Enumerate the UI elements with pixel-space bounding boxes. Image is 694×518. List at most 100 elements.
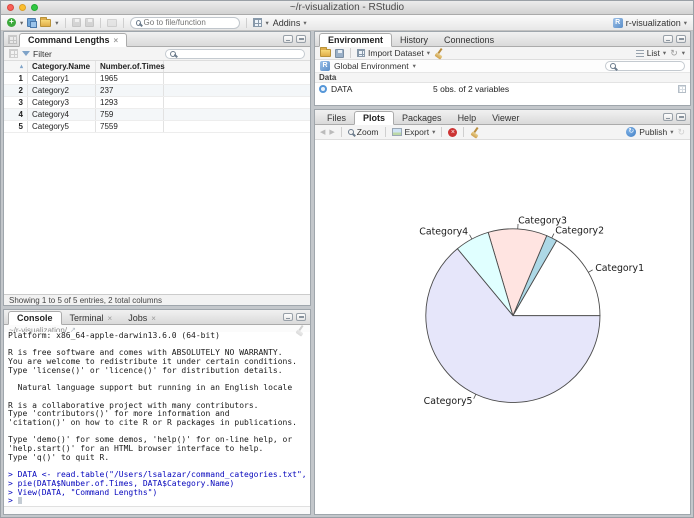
refresh-icon[interactable]: ↻ bbox=[670, 48, 678, 58]
minimize-pane-icon[interactable] bbox=[663, 35, 673, 43]
plots-tabbar: Files Plots Packages Help Viewer bbox=[315, 110, 690, 125]
category-name-cell: Category1 bbox=[28, 73, 96, 84]
times-cell: 7559 bbox=[96, 121, 164, 132]
viewer-search-box[interactable] bbox=[165, 48, 305, 59]
scope-selector-label[interactable]: Global Environment bbox=[334, 61, 409, 71]
table-row[interactable]: 4 Category4 759 bbox=[4, 109, 310, 121]
times-cell: 237 bbox=[96, 85, 164, 96]
filter-button[interactable]: Filter bbox=[22, 49, 52, 59]
table-row[interactable]: 2 Category2 237 bbox=[4, 85, 310, 97]
tab-history[interactable]: History bbox=[392, 34, 436, 46]
plots-pane: Files Plots Packages Help Viewer ◀ ▶ Zoo… bbox=[314, 109, 691, 515]
tab-terminal[interactable]: Terminal × bbox=[62, 312, 121, 324]
panes-caret-icon[interactable]: ▾ bbox=[266, 19, 269, 27]
history-tab-label: History bbox=[400, 35, 429, 45]
search-icon bbox=[135, 19, 141, 26]
export-plot-button[interactable]: Export ▾ bbox=[391, 127, 435, 137]
tab-plots[interactable]: Plots bbox=[354, 111, 395, 125]
save-all-icon bbox=[84, 18, 94, 27]
tab-console[interactable]: Console bbox=[8, 311, 62, 325]
viewer-search-input[interactable] bbox=[179, 49, 300, 58]
column-header-category-name[interactable]: Category.Name bbox=[28, 61, 96, 72]
maximize-pane-icon[interactable] bbox=[676, 113, 686, 121]
goto-file-box[interactable] bbox=[129, 16, 240, 29]
table-row[interactable]: 5 Category5 7559 bbox=[4, 121, 310, 133]
caret-down-icon[interactable]: ▾ bbox=[682, 49, 685, 57]
toolbar-separator bbox=[245, 17, 247, 28]
toolbar-separator bbox=[340, 127, 342, 137]
console-scrollbar[interactable] bbox=[4, 506, 310, 514]
refresh-plot-icon: ↻ bbox=[677, 126, 685, 137]
pie-label-tick bbox=[588, 269, 593, 273]
minimize-pane-icon[interactable] bbox=[283, 35, 293, 43]
tab-packages[interactable]: Packages bbox=[394, 112, 450, 124]
close-tab-icon[interactable]: × bbox=[108, 314, 113, 323]
maximize-pane-icon[interactable] bbox=[296, 313, 306, 321]
tab-help[interactable]: Help bbox=[450, 112, 485, 124]
import-dataset-icon bbox=[357, 49, 365, 57]
project-menu-button[interactable]: r-visualization ▾ bbox=[612, 17, 687, 28]
clear-all-plots-icon[interactable] bbox=[470, 127, 480, 137]
environment-object-row[interactable]: DATA 5 obs. of 2 variables bbox=[315, 83, 690, 95]
environment-search-box[interactable] bbox=[605, 61, 685, 71]
list-view-label: List bbox=[646, 48, 660, 58]
publish-button[interactable]: Publish ▾ bbox=[626, 127, 673, 137]
row-number-cell: 4 bbox=[4, 109, 28, 120]
object-name-label[interactable]: DATA bbox=[331, 84, 352, 94]
tab-files[interactable]: Files bbox=[319, 112, 354, 124]
console-output-line: Platform: x86_64-apple-darwin13.6.0 (64-… bbox=[8, 332, 220, 340]
tab-connections[interactable]: Connections bbox=[436, 34, 502, 46]
close-tab-icon[interactable]: × bbox=[151, 314, 156, 323]
toolbar-separator bbox=[350, 48, 351, 58]
environment-search-input[interactable] bbox=[619, 61, 680, 71]
minimize-pane-icon[interactable] bbox=[663, 113, 673, 121]
new-project-icon[interactable] bbox=[27, 18, 38, 28]
connections-tab-label: Connections bbox=[444, 35, 495, 45]
table-row[interactable]: 1 Category1 1965 bbox=[4, 73, 310, 85]
import-dataset-button[interactable]: Import Dataset ▾ bbox=[357, 48, 430, 58]
tab-jobs[interactable]: Jobs × bbox=[120, 312, 164, 324]
load-workspace-icon[interactable] bbox=[320, 47, 331, 57]
clear-objects-icon[interactable] bbox=[434, 48, 444, 58]
refresh-view-icon bbox=[9, 49, 18, 58]
table-row[interactable]: 3 Category3 1293 bbox=[4, 97, 310, 109]
pie-chart: Category1 Category2Category3 Category4 Cate… bbox=[419, 216, 644, 407]
new-file-icon[interactable] bbox=[7, 17, 16, 27]
maximize-pane-icon[interactable] bbox=[296, 35, 306, 43]
pie-label: Category2 bbox=[555, 225, 604, 236]
open-file-icon[interactable] bbox=[40, 16, 52, 27]
zoom-plot-button[interactable]: Zoom bbox=[347, 127, 379, 137]
clear-console-icon[interactable] bbox=[295, 325, 305, 335]
tab-environment[interactable]: Environment bbox=[319, 33, 393, 47]
save-icon bbox=[71, 18, 81, 27]
category-name-cell: Category3 bbox=[28, 97, 96, 108]
view-table-icon[interactable] bbox=[678, 85, 686, 93]
minimize-pane-icon[interactable] bbox=[283, 313, 293, 321]
workspace-panes-icon[interactable] bbox=[252, 18, 262, 27]
close-tab-icon[interactable]: × bbox=[114, 36, 119, 45]
r-project-icon bbox=[612, 17, 623, 28]
open-file-caret-icon[interactable]: ▾ bbox=[55, 19, 58, 27]
tab-viewer[interactable]: Viewer bbox=[484, 112, 527, 124]
project-name-label: r-visualization bbox=[625, 17, 681, 28]
toolbar-separator bbox=[99, 17, 101, 28]
data-viewer-pane: Command Lengths × Filter ▴ Category.Name… bbox=[3, 31, 311, 306]
maximize-pane-icon[interactable] bbox=[676, 35, 686, 43]
remove-plot-icon[interactable] bbox=[448, 127, 458, 137]
console-output[interactable]: Platform: x86_64-apple-darwin13.6.0 (64-… bbox=[4, 332, 310, 506]
goto-file-input[interactable] bbox=[143, 18, 234, 27]
packages-tab-label: Packages bbox=[402, 113, 442, 123]
column-header-number-of-times[interactable]: Number.of.Times bbox=[96, 61, 165, 72]
row-number-header[interactable]: ▴ bbox=[4, 61, 28, 72]
list-view-button[interactable]: List ▾ bbox=[635, 48, 667, 58]
row-number-cell: 5 bbox=[4, 121, 28, 132]
addins-button[interactable]: Addins ▾ bbox=[273, 18, 307, 28]
tab-command-lengths[interactable]: Command Lengths × bbox=[19, 33, 128, 47]
caret-down-icon: ▾ bbox=[662, 50, 667, 57]
caret-down-icon[interactable]: ▾ bbox=[413, 62, 416, 70]
pane-window-buttons bbox=[283, 35, 310, 46]
save-workspace-icon[interactable] bbox=[335, 48, 344, 58]
viewer-tab-label: Command Lengths bbox=[28, 35, 110, 45]
console-output-line: 'citation()' on how to cite R or R packa… bbox=[8, 418, 297, 428]
new-file-caret-icon[interactable]: ▾ bbox=[20, 19, 23, 27]
